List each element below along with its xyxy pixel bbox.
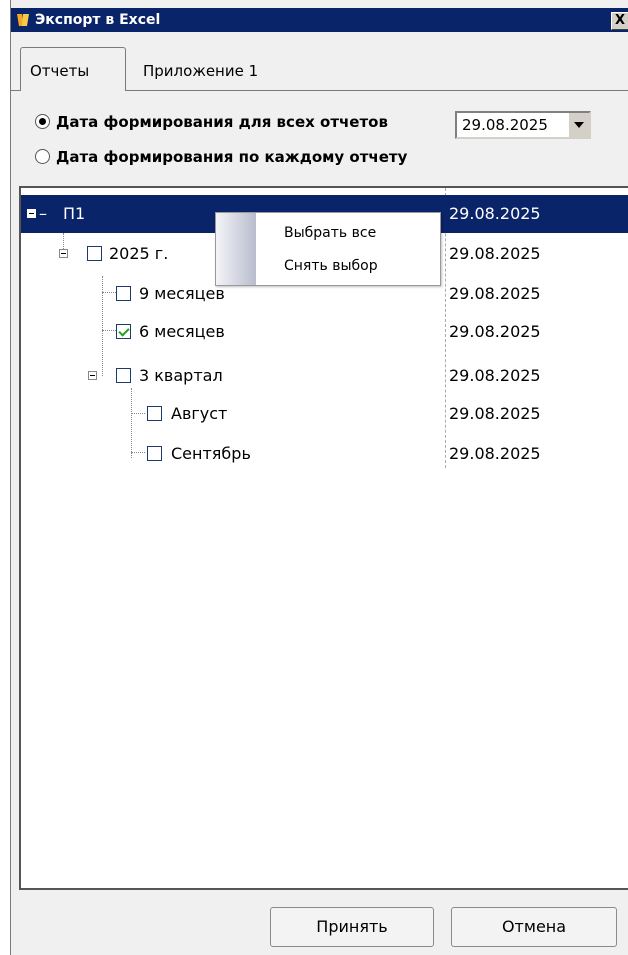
checkbox-checked[interactable] [116,324,131,339]
tab-appendix-1[interactable]: Приложение 1 [133,54,303,90]
tree-row-q3[interactable]: 3 квартал 29.08.2025 [21,357,628,395]
checkbox[interactable] [147,446,162,461]
export-dialog: Экспорт в Excel X Отчеты Приложение 1 Да… [10,0,628,955]
row-date: 29.08.2025 [449,284,541,303]
row-date: 29.08.2025 [449,366,541,385]
dropdown-arrow-icon[interactable] [568,113,589,137]
date-dropdown[interactable]: 29.08.2025 [455,111,591,139]
checkbox[interactable] [87,246,102,261]
report-tree[interactable]: – П1 29.08.2025 2025 г. 29.08.2025 9 мес… [19,186,628,890]
row-label: 2025 г. [109,244,169,263]
menu-icon-strip [216,213,256,285]
tab-label: Приложение 1 [143,62,259,80]
row-label: Август [171,404,228,423]
tree-connector: – [39,204,47,223]
menu-item-select-all[interactable]: Выбрать все [284,223,376,243]
checkbox[interactable] [116,368,131,383]
tree-row-6-months[interactable]: 6 месяцев 29.08.2025 [21,313,628,351]
app-logo-icon [17,14,29,26]
collapse-icon[interactable] [27,209,36,218]
row-date: 29.08.2025 [449,204,541,223]
row-label: 3 квартал [139,366,223,385]
row-label: П1 [63,204,86,223]
tree-row-august[interactable]: Август 29.08.2025 [21,395,628,433]
tree-row-september[interactable]: Сентябрь 29.08.2025 [21,435,628,473]
row-label: 6 месяцев [139,322,225,341]
date-value: 29.08.2025 [462,116,548,134]
cancel-button[interactable]: Отмена [451,907,617,947]
tab-reports[interactable]: Отчеты [20,47,126,91]
context-menu: Выбрать все Снять выбор [215,212,441,286]
collapse-icon[interactable] [88,371,97,380]
menu-item-deselect[interactable]: Снять выбор [284,256,378,276]
title-bar: Экспорт в Excel X [11,8,628,32]
radio-all-reports-date[interactable]: Дата формирования для всех отчетов [35,111,388,133]
row-date: 29.08.2025 [449,244,541,263]
collapse-icon[interactable] [59,249,68,258]
window-title: Экспорт в Excel [35,12,161,28]
checkbox[interactable] [147,406,162,421]
radio-unselected-icon[interactable] [35,148,50,164]
row-date: 29.08.2025 [449,444,541,463]
radio-per-report-date[interactable]: Дата формирования по каждому отчету [35,146,407,168]
radio-selected-icon[interactable] [35,113,50,129]
checkbox[interactable] [116,286,131,301]
row-date: 29.08.2025 [449,322,541,341]
row-label: 9 месяцев [139,284,225,303]
radio-label: Дата формирования для всех отчетов [56,113,388,131]
tab-label: Отчеты [30,62,90,80]
radio-label: Дата формирования по каждому отчету [56,148,408,166]
close-button[interactable]: X [611,12,628,30]
accept-button[interactable]: Принять [270,907,434,947]
row-date: 29.08.2025 [449,404,541,423]
row-label: Сентябрь [171,444,251,463]
